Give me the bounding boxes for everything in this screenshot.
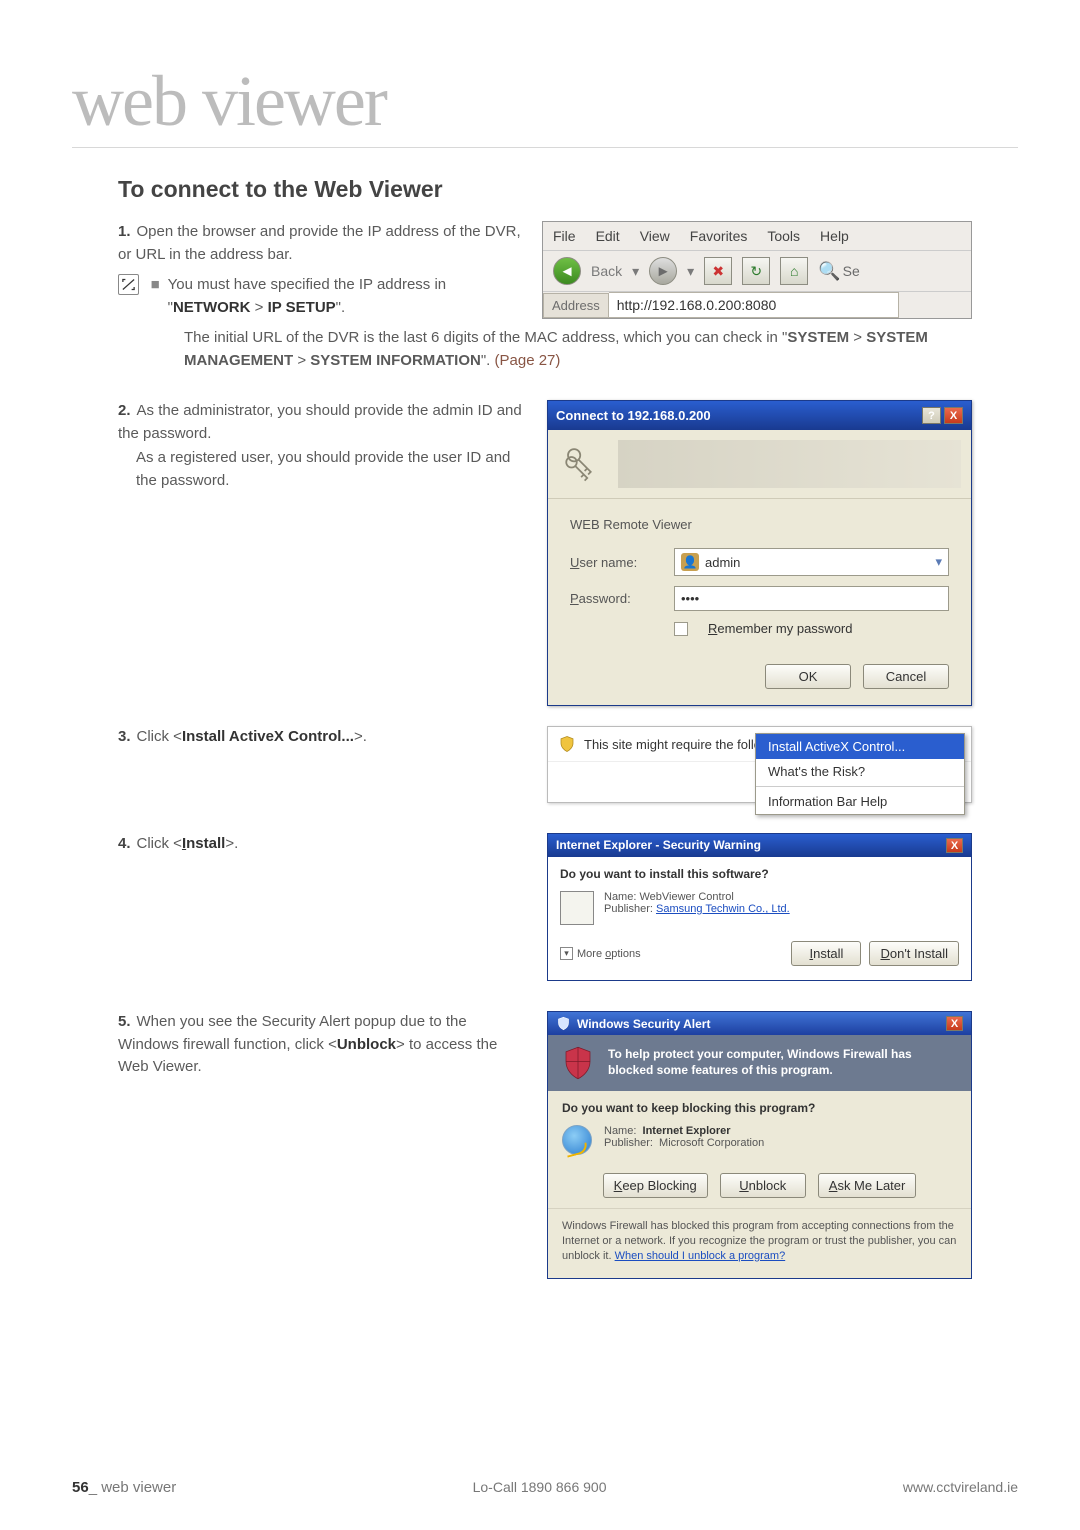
more-options[interactable]: ▾ More options [560, 947, 641, 960]
menu-install-activex[interactable]: Install ActiveX Control... [756, 734, 964, 759]
fw-help-link[interactable]: When should I unblock a program? [615, 1250, 786, 1262]
address-input[interactable] [609, 292, 899, 318]
ok-button[interactable]: OK [765, 664, 851, 689]
username-label: User name: [570, 555, 660, 570]
menu-tools[interactable]: Tools [767, 228, 800, 244]
shield-large-icon [560, 1045, 596, 1081]
alert-shield-icon [556, 1016, 571, 1031]
forward-button[interactable]: ► [649, 257, 677, 285]
ask-later-button[interactable]: Ask Me Later [818, 1173, 917, 1198]
help-button[interactable]: ? [922, 407, 941, 424]
menu-view[interactable]: View [640, 228, 670, 244]
home-button[interactable]: ⌂ [780, 257, 808, 285]
secwarn-question: Do you want to install this software? [548, 857, 971, 885]
remember-checkbox[interactable] [674, 622, 688, 636]
fw-question: Do you want to keep blocking this progra… [548, 1091, 971, 1121]
menu-help[interactable]: Help [820, 228, 849, 244]
keep-blocking-button[interactable]: Keep Blocking [603, 1173, 708, 1198]
page-footer: 56_ web viewer Lo-Call 1890 866 900 www.… [72, 1479, 1018, 1496]
close-button[interactable]: X [944, 407, 963, 424]
dialog-banner [618, 440, 961, 488]
step-1-note2: The initial URL of the DVR is the last 6… [184, 327, 972, 372]
information-bar: This site might require the following Ac… [547, 726, 972, 803]
menu-file[interactable]: File [553, 228, 576, 244]
install-button[interactable]: Install [791, 941, 861, 966]
cancel-button[interactable]: Cancel [863, 664, 949, 689]
remember-label: Remember my password [708, 621, 853, 636]
step-1: 1.Open the browser and provide the IP ad… [118, 221, 524, 319]
back-button[interactable]: ◄ [553, 257, 581, 285]
step-3: 3.Click <Install ActiveX Control...>. [118, 726, 529, 749]
section-heading: To connect to the Web Viewer [118, 176, 972, 203]
firewall-dialog: Windows Security Alert X To help protect… [547, 1011, 972, 1279]
login-title: Connect to 192.168.0.200 [556, 408, 711, 423]
menu-infobar-help[interactable]: Information Bar Help [756, 789, 964, 814]
step-5: 5.When you see the Security Alert popup … [118, 1011, 529, 1079]
software-icon [560, 891, 594, 925]
password-label: Password: [570, 591, 660, 606]
close-button[interactable]: X [946, 1016, 963, 1031]
password-field[interactable]: •••• [674, 586, 949, 611]
page-title: web viewer [72, 60, 1018, 148]
close-button[interactable]: X [946, 838, 963, 853]
publisher-link[interactable]: Samsung Techwin Co., Ltd. [656, 903, 790, 915]
note-icon [118, 274, 139, 295]
security-warning-dialog: Internet Explorer - Security Warning X D… [547, 833, 972, 981]
user-icon: 👤 [681, 553, 699, 571]
login-dialog: Connect to 192.168.0.200 ? X [547, 400, 972, 706]
step-2: 2.As the administrator, you should provi… [118, 400, 529, 492]
unblock-button[interactable]: Unblock [720, 1173, 806, 1198]
menu-whats-risk[interactable]: What's the Risk? [756, 759, 964, 784]
username-field[interactable]: 👤 admin ▾ [674, 548, 949, 576]
menu-favorites[interactable]: Favorites [690, 228, 748, 244]
chevron-down-icon[interactable]: ▾ [935, 554, 942, 570]
fw-title: Windows Security Alert [577, 1017, 710, 1031]
context-menu: Install ActiveX Control... What's the Ri… [755, 733, 965, 815]
step-4: 4.Click <Install>. [118, 833, 529, 856]
fw-note: Windows Firewall has blocked this progra… [548, 1208, 971, 1278]
secwarn-title: Internet Explorer - Security Warning [556, 838, 761, 853]
stop-button[interactable]: ✖ [704, 257, 732, 285]
dont-install-button[interactable]: Don't Install [869, 941, 959, 966]
address-label: Address [543, 293, 609, 318]
back-label: Back [591, 263, 622, 279]
menu-edit[interactable]: Edit [596, 228, 620, 244]
search-icon[interactable]: 🔍Se [818, 261, 860, 282]
login-app: WEB Remote Viewer [570, 517, 949, 532]
ie-icon [562, 1125, 592, 1155]
keys-icon [558, 440, 606, 488]
shield-icon [558, 735, 576, 753]
refresh-button[interactable]: ↻ [742, 257, 770, 285]
browser-toolbar: File Edit View Favorites Tools Help ◄ Ba… [542, 221, 972, 319]
